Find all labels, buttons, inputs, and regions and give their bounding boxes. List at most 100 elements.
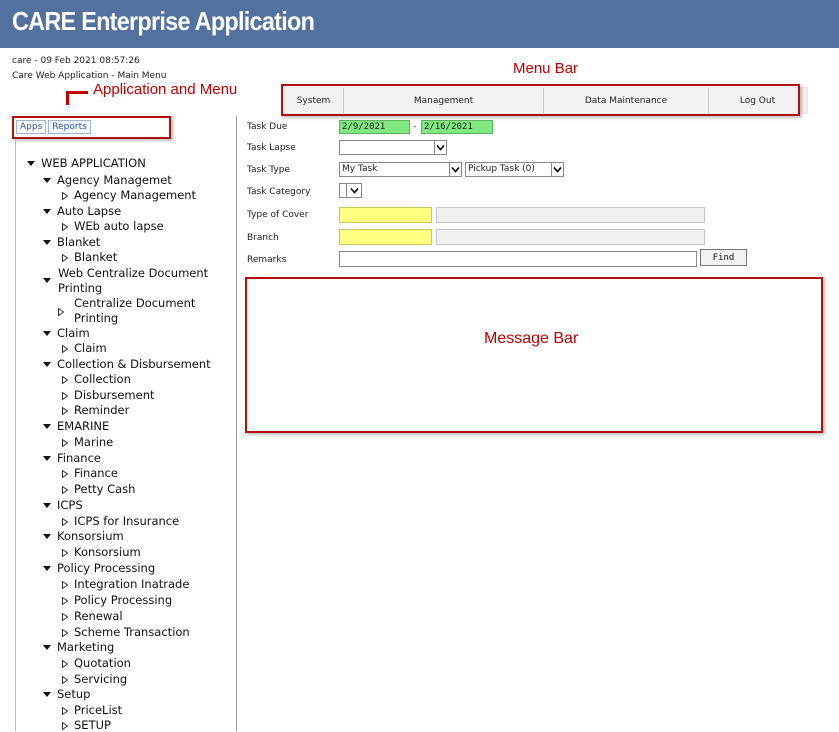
tree-item-label: Blanket xyxy=(74,250,118,264)
tree-item[interactable]: Renewal xyxy=(62,609,123,623)
task-due-label: Task Due xyxy=(247,122,288,132)
tree-item-label: Scheme Transaction xyxy=(74,625,190,639)
message-bar-highlight xyxy=(245,277,823,433)
tree-item[interactable]: Petty Cash xyxy=(62,482,135,496)
tree-item-label: Konsorsium xyxy=(74,545,141,559)
collapsed-arrow-icon xyxy=(62,659,68,668)
tree-item-label: Collection xyxy=(74,372,131,386)
tree-item[interactable]: ICPS for Insurance xyxy=(62,514,179,528)
tree-item[interactable]: Konsorsium xyxy=(62,545,141,559)
collapsed-arrow-icon xyxy=(62,375,68,384)
chevron-down-icon xyxy=(449,163,461,176)
pickup-task-select[interactable]: Pickup Task (0) xyxy=(465,162,564,177)
remarks-label: Remarks xyxy=(247,255,287,265)
tree-item[interactable]: Reminder xyxy=(62,403,129,417)
tree-item[interactable]: Servicing xyxy=(62,672,127,686)
tree-item[interactable]: Disbursement xyxy=(62,388,155,402)
tree-item-label: Marine xyxy=(74,435,114,449)
tree-root[interactable]: WEB APPLICATION xyxy=(27,156,146,170)
branch-code-input[interactable] xyxy=(339,229,432,245)
app-header: CARE Enterprise Application xyxy=(0,0,839,48)
collapsed-arrow-icon xyxy=(62,628,68,637)
tree-item-label: WEb auto lapse xyxy=(74,219,164,233)
tree-item[interactable]: Scheme Transaction xyxy=(62,625,190,639)
message-bar-callout-label: Message Bar xyxy=(484,330,579,347)
tree-group[interactable]: Collection & Disbursement xyxy=(43,357,211,371)
collapsed-arrow-icon xyxy=(58,307,64,316)
tree-item-label-line2: Printing xyxy=(74,311,119,325)
app-menu-highlight xyxy=(12,116,171,139)
tree-group[interactable]: Finance xyxy=(43,451,101,465)
collapsed-arrow-icon xyxy=(62,548,68,557)
collapsed-arrow-icon xyxy=(62,191,68,200)
collapsed-arrow-icon xyxy=(62,438,68,447)
tree-item[interactable]: Claim xyxy=(62,341,107,355)
sidebar-divider xyxy=(236,116,237,731)
tree-group[interactable]: Konsorsium xyxy=(43,529,124,543)
task-due-separator: - xyxy=(413,122,417,132)
tree-group-label: Marketing xyxy=(57,640,115,654)
expanded-arrow-icon xyxy=(43,278,51,283)
remarks-input[interactable] xyxy=(339,251,697,267)
tree-item[interactable]: Finance xyxy=(62,466,118,480)
tree-item[interactable]: Policy Processing xyxy=(62,593,172,607)
task-due-to-input[interactable]: 2/16/2021 xyxy=(421,120,493,134)
tree-group[interactable]: EMARINE xyxy=(43,419,109,433)
tree-group-label: ICPS xyxy=(57,498,83,512)
tree-group-label: Blanket xyxy=(57,235,101,249)
tree-group-label: Setup xyxy=(57,687,91,701)
tree-group[interactable]: Agency Managemet xyxy=(43,173,172,187)
expanded-arrow-icon xyxy=(43,566,51,571)
tree-group[interactable] xyxy=(43,273,57,287)
tree-group-label: Collection & Disbursement xyxy=(57,357,211,371)
task-due-from-input[interactable]: 2/9/2021 xyxy=(339,120,410,134)
menu-bar-callout-label: Menu Bar xyxy=(513,60,579,77)
tree-group[interactable]: Auto Lapse xyxy=(43,204,121,218)
tree-group[interactable]: Setup xyxy=(43,687,90,701)
tree-item[interactable]: Integration Inatrade xyxy=(62,577,189,591)
app-title: CARE Enterprise Application xyxy=(12,6,315,36)
task-lapse-select[interactable] xyxy=(339,140,447,155)
tree-group-label: EMARINE xyxy=(57,419,110,433)
tree-item-label-line1: Centralize Document xyxy=(74,296,196,310)
tree-group[interactable]: ICPS xyxy=(43,498,83,512)
tree-group-label: Policy Processing xyxy=(57,561,156,575)
find-button[interactable]: Find xyxy=(700,249,747,266)
tree-item[interactable]: PriceList xyxy=(62,703,122,717)
tree-item-label: Reminder xyxy=(74,403,130,417)
tree-group-label-line1: Web Centralize Document xyxy=(58,266,209,280)
tree-item[interactable]: Quotation xyxy=(62,656,131,670)
tree-item[interactable]: Marine xyxy=(62,435,113,449)
branch-desc-input xyxy=(436,229,705,245)
tree-item-label: Policy Processing xyxy=(74,593,173,607)
expanded-arrow-icon xyxy=(43,240,51,245)
expanded-arrow-icon xyxy=(43,456,51,461)
callout-bracket-h xyxy=(66,91,88,94)
tree-item[interactable]: Blanket xyxy=(62,250,117,264)
tree-item[interactable]: Agency Management xyxy=(62,188,196,202)
tree-item[interactable]: WEb auto lapse xyxy=(62,219,164,233)
app-menu-callout-label: Application and Menu xyxy=(93,81,238,98)
collapsed-arrow-icon xyxy=(62,469,68,478)
collapsed-arrow-icon xyxy=(62,344,68,353)
type-of-cover-code-input[interactable] xyxy=(339,207,432,223)
task-type-select[interactable]: My Task xyxy=(339,162,462,177)
tree-item[interactable]: SETUP xyxy=(62,718,111,732)
tree-item-label: Finance xyxy=(74,466,118,480)
tree-group-label: Auto Lapse xyxy=(57,204,122,218)
collapsed-arrow-icon xyxy=(62,596,68,605)
chevron-down-icon xyxy=(346,184,361,197)
task-category-select[interactable] xyxy=(339,183,362,198)
tree-group[interactable]: Marketing xyxy=(43,640,114,654)
task-type-label: Task Type xyxy=(247,165,290,175)
sidebar-border-left xyxy=(15,140,16,731)
tree-item[interactable]: Collection xyxy=(62,372,131,386)
collapsed-arrow-icon xyxy=(62,485,68,494)
tree-item-label: Quotation xyxy=(74,656,131,670)
tree-item-label: ICPS for Insurance xyxy=(74,514,180,528)
tree-group[interactable]: Blanket xyxy=(43,235,100,249)
tree-item[interactable] xyxy=(58,304,70,318)
collapsed-arrow-icon xyxy=(62,391,68,400)
tree-group[interactable]: Claim xyxy=(43,326,90,340)
tree-group[interactable]: Policy Processing xyxy=(43,561,155,575)
